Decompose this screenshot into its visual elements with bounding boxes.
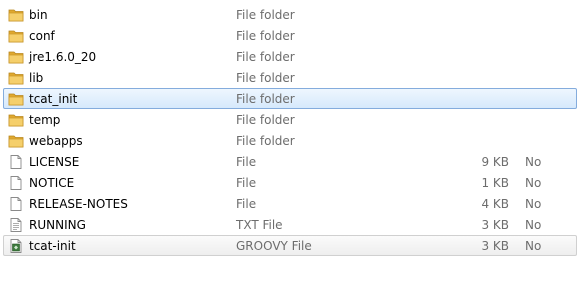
file-row-conf[interactable]: conf File folder <box>3 25 577 46</box>
file-name: NOTICE <box>29 176 75 190</box>
text-file-icon <box>8 217 24 233</box>
file-size: 4 KB <box>481 197 509 211</box>
file-name: jre1.6.0_20 <box>29 50 97 64</box>
file-icon <box>8 175 24 191</box>
file-name: RUNNING <box>29 218 86 232</box>
file-attribute: No <box>525 197 542 211</box>
file-name: bin <box>29 8 48 22</box>
file-attribute: No <box>525 239 542 253</box>
file-name: tcat_init <box>29 92 78 106</box>
folder-icon <box>8 133 24 149</box>
folder-icon <box>8 112 24 128</box>
folder-icon <box>8 49 24 65</box>
file-row-bin[interactable]: bin File folder <box>3 4 577 25</box>
file-list: bin File folder conf File folder jre1.6.… <box>0 4 577 256</box>
file-row-running[interactable]: RUNNING TXT File 3 KB No <box>3 214 577 235</box>
file-name: webapps <box>29 134 83 148</box>
file-type: File <box>236 155 257 169</box>
file-icon <box>8 196 24 212</box>
file-type: File folder <box>236 134 295 148</box>
file-attribute: No <box>525 218 542 232</box>
file-type: File folder <box>236 29 295 43</box>
folder-icon <box>8 91 24 107</box>
file-name: tcat-init <box>29 239 76 253</box>
file-type: File folder <box>236 71 295 85</box>
folder-icon <box>8 28 24 44</box>
file-name: RELEASE-NOTES <box>29 197 128 211</box>
file-icon <box>8 154 24 170</box>
file-size: 3 KB <box>481 239 509 253</box>
file-size: 3 KB <box>481 218 509 232</box>
file-attribute: No <box>525 155 542 169</box>
file-type: File folder <box>236 92 295 106</box>
file-row-lib[interactable]: lib File folder <box>3 67 577 88</box>
file-name: LICENSE <box>29 155 80 169</box>
file-name: conf <box>29 29 55 43</box>
file-type: File <box>236 176 257 190</box>
file-row-temp[interactable]: temp File folder <box>3 109 577 130</box>
file-row-license[interactable]: LICENSE File 9 KB No <box>3 151 577 172</box>
file-row-notice[interactable]: NOTICE File 1 KB No <box>3 172 577 193</box>
file-row-tcat-init-folder[interactable]: tcat_init File folder <box>3 88 577 109</box>
file-attribute: No <box>525 176 542 190</box>
file-row-jre[interactable]: jre1.6.0_20 File folder <box>3 46 577 67</box>
file-type: GROOVY File <box>236 239 312 253</box>
file-name: lib <box>29 71 44 85</box>
file-row-webapps[interactable]: webapps File folder <box>3 130 577 151</box>
file-type: File folder <box>236 8 295 22</box>
file-name: temp <box>29 113 61 127</box>
file-row-tcat-init-groovy[interactable]: tcat-init GROOVY File 3 KB No <box>3 235 577 256</box>
file-size: 1 KB <box>481 176 509 190</box>
groovy-file-icon <box>8 238 24 254</box>
file-size: 9 KB <box>481 155 509 169</box>
folder-icon <box>8 70 24 86</box>
file-type: File folder <box>236 50 295 64</box>
file-type: File <box>236 197 257 211</box>
file-type: TXT File <box>236 218 283 232</box>
folder-icon <box>8 7 24 23</box>
file-row-release-notes[interactable]: RELEASE-NOTES File 4 KB No <box>3 193 577 214</box>
file-type: File folder <box>236 113 295 127</box>
